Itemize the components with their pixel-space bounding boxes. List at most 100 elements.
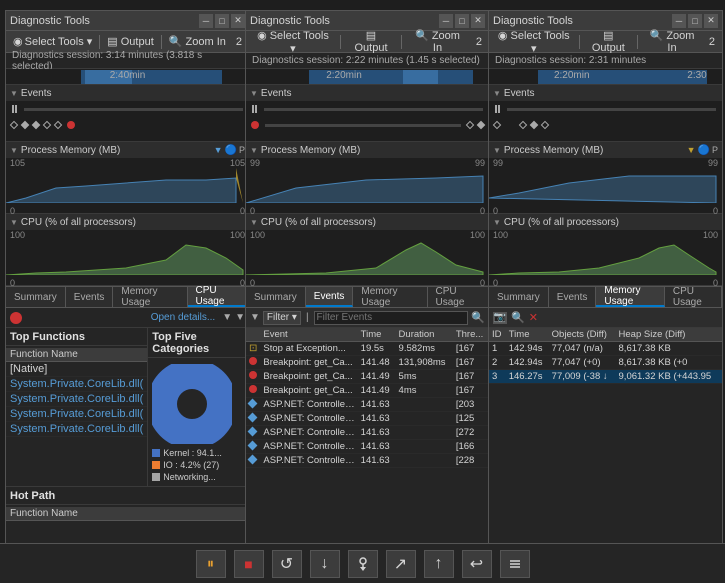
- event-row[interactable]: ASP.NET: Controller... 141.63 [166: [246, 440, 489, 454]
- sort-icon-1[interactable]: ▼: [235, 312, 245, 323]
- snapshot-row[interactable]: 1 142.94s 77,047 (n/a) 8,617.38 KB: [489, 342, 722, 356]
- event-row[interactable]: ASP.NET: Controller... 141.63 [272: [246, 426, 489, 440]
- camera-icon[interactable]: 📷: [493, 312, 507, 324]
- filter-icon-1[interactable]: ▼: [222, 312, 232, 323]
- restart-btn[interactable]: ↺: [272, 550, 302, 578]
- events-header-1: ▼ Events: [6, 85, 249, 101]
- event-name: Breakpoint: get_Ca...: [260, 370, 357, 384]
- step-out-btn[interactable]: ↗: [386, 550, 416, 578]
- event-duration: [396, 398, 453, 412]
- tab-summary-1[interactable]: Summary: [6, 287, 66, 307]
- delete-btn[interactable]: ✕: [529, 311, 538, 324]
- maximize-btn-3[interactable]: □: [688, 14, 702, 28]
- snapshot-row[interactable]: 3 146.27s 77,009 (-38 ↓ 9,061.32 KB (+44…: [489, 370, 722, 384]
- go-back-btn[interactable]: ↩: [462, 550, 492, 578]
- event-name: Stop at Exception...: [260, 342, 357, 356]
- zoom-num-3[interactable]: 2: [706, 35, 718, 49]
- snapshot-table: ID Time Objects (Diff) Heap Size (Diff) …: [489, 328, 722, 384]
- events-bar-2: [246, 101, 489, 141]
- tab-cpu-1[interactable]: CPU Usage: [188, 287, 250, 307]
- mem-icon-t: ▼: [214, 145, 223, 156]
- event-row[interactable]: Breakpoint: get_Ca... 141.49 5ms [167: [246, 370, 489, 384]
- minimize-btn-1[interactable]: ─: [199, 14, 213, 28]
- more-btn[interactable]: [500, 550, 530, 578]
- maximize-btn-1[interactable]: □: [215, 14, 229, 28]
- event-row[interactable]: ASP.NET: Controller... 141.63 [125: [246, 412, 489, 426]
- fn-row-1[interactable]: System.Private.CoreLib.dll(: [6, 377, 147, 392]
- toolbar-2: ◉ Select Tools ▾ ▤ Output 🔍 Zoom In 2: [246, 31, 489, 53]
- step-over-btn[interactable]: ↓: [310, 550, 340, 578]
- event-row[interactable]: ASP.NET: Controller... 141.63 [203: [246, 398, 489, 412]
- zoom-num-1[interactable]: 2: [233, 35, 245, 49]
- fn-row-2[interactable]: System.Private.CoreLib.dll(: [6, 392, 147, 407]
- output-btn-2[interactable]: ▤ Output: [345, 28, 397, 55]
- close-btn-1[interactable]: ✕: [231, 14, 245, 28]
- titlebar-1: Diagnostic Tools ─ □ ✕: [6, 11, 249, 31]
- tab-cpu-2[interactable]: CPU Usage: [428, 287, 490, 307]
- fn-row-0[interactable]: [Native]: [6, 362, 147, 377]
- filter-events-input[interactable]: [314, 311, 469, 325]
- event-icon-cell: ⊡: [246, 342, 260, 356]
- snapshot-row[interactable]: 2 142.94s 77,047 (+0) 8,617.38 KB (+0: [489, 356, 722, 370]
- close-btn-2[interactable]: ✕: [471, 14, 485, 28]
- select-tools-btn-2[interactable]: ◉ Select Tools ▾: [250, 28, 336, 56]
- stop-btn[interactable]: ■: [234, 550, 264, 578]
- maximize-btn-2[interactable]: □: [455, 14, 469, 28]
- filter-btn[interactable]: Filter ▾: [263, 311, 301, 325]
- zoom-btn-1[interactable]: 🔍 Zoom In: [166, 34, 229, 49]
- event-row[interactable]: ASP.NET: Controller... 141.63 [228: [246, 454, 489, 468]
- tab-summary-2[interactable]: Summary: [246, 287, 306, 307]
- events-panel: ▼ Filter ▾ | 🔍 Event Time Duration Thre.…: [246, 308, 489, 579]
- record-btn-1[interactable]: [10, 312, 22, 324]
- select-tools-btn-1[interactable]: ◉ Select Tools ▾: [10, 34, 95, 49]
- minimize-btn-2[interactable]: ─: [439, 14, 453, 28]
- tab-events-1[interactable]: Events: [66, 287, 114, 307]
- event-thread: [125: [453, 412, 489, 426]
- mem-chart-svg-3: [489, 168, 722, 203]
- memory-section-3: ▼ Process Memory (MB) ▼ 🔵 P 99 99 0 0: [489, 142, 722, 214]
- minimize-btn-3[interactable]: ─: [672, 14, 686, 28]
- fn-row-4[interactable]: System.Private.CoreLib.dll(: [6, 422, 147, 437]
- search-icon[interactable]: 🔍: [471, 311, 485, 324]
- cpu-chart-svg-2: [246, 240, 489, 275]
- output-btn-1[interactable]: ▤ Output: [104, 34, 156, 49]
- open-details-1[interactable]: Open details...: [151, 312, 215, 323]
- event-row[interactable]: ⊡ Stop at Exception... 19.5s 9.582ms [16…: [246, 342, 489, 356]
- event-thread: [166: [453, 440, 489, 454]
- step-into-icon: [356, 557, 370, 571]
- tab-events-2[interactable]: Events: [306, 287, 354, 307]
- run-to-click-btn[interactable]: ↑: [424, 550, 454, 578]
- sep-1: [99, 35, 100, 49]
- tab-memory-2[interactable]: Memory Usage: [353, 287, 427, 307]
- event-row[interactable]: Breakpoint: get_Ca... 141.48 131,908ms […: [246, 356, 489, 370]
- memory-chart-1: 105 105 0 0: [6, 158, 249, 213]
- mem-bot-labels-2: 0 0: [246, 206, 489, 216]
- output-btn-3[interactable]: ▤ Output: [584, 28, 634, 55]
- search-btn[interactable]: 🔍: [511, 311, 525, 324]
- memory-chart-2: 99 99 0 0: [246, 158, 489, 213]
- zoom-num-2[interactable]: 2: [473, 35, 485, 49]
- memory-header-1: ▼ Process Memory (MB) ▼ 🔵 P: [6, 142, 249, 158]
- step-into-btn[interactable]: [348, 550, 378, 578]
- select-tools-btn-3[interactable]: ◉ Select Tools ▾: [493, 28, 575, 56]
- mem-label-1: Process Memory (MB): [21, 145, 120, 156]
- fn-row-3[interactable]: System.Private.CoreLib.dll(: [6, 407, 147, 422]
- tab-events-3[interactable]: Events: [549, 287, 597, 307]
- tab-memory-3[interactable]: Memory Usage: [596, 287, 665, 307]
- fn-col-header: Function Name: [6, 348, 147, 362]
- tab-memory-1[interactable]: Memory Usage: [113, 287, 187, 307]
- bottom-toolbar: ⏸ ■ ↺ ↓ ↗ ↑ ↩: [0, 543, 725, 583]
- hot-path-col-header: Function Name: [6, 507, 249, 521]
- zoom-btn-2[interactable]: 🔍 Zoom In: [406, 28, 469, 55]
- close-btn-3[interactable]: ✕: [704, 14, 718, 28]
- pause-btn[interactable]: ⏸: [196, 550, 226, 578]
- tab-cpu-3[interactable]: CPU Usage: [665, 287, 722, 307]
- event-row[interactable]: Breakpoint: get_Ca... 141.49 4ms [167: [246, 384, 489, 398]
- breakpoint-icon: [249, 371, 257, 379]
- tab-summary-3[interactable]: Summary: [489, 287, 549, 307]
- event-icon-cell: [246, 412, 260, 426]
- events-section-2: ▼ Events: [246, 85, 489, 142]
- cpu-top-labels-2: 100 100: [246, 230, 489, 240]
- window-title-3: Diagnostic Tools: [493, 15, 573, 27]
- zoom-btn-3[interactable]: 🔍 Zoom In: [642, 28, 702, 55]
